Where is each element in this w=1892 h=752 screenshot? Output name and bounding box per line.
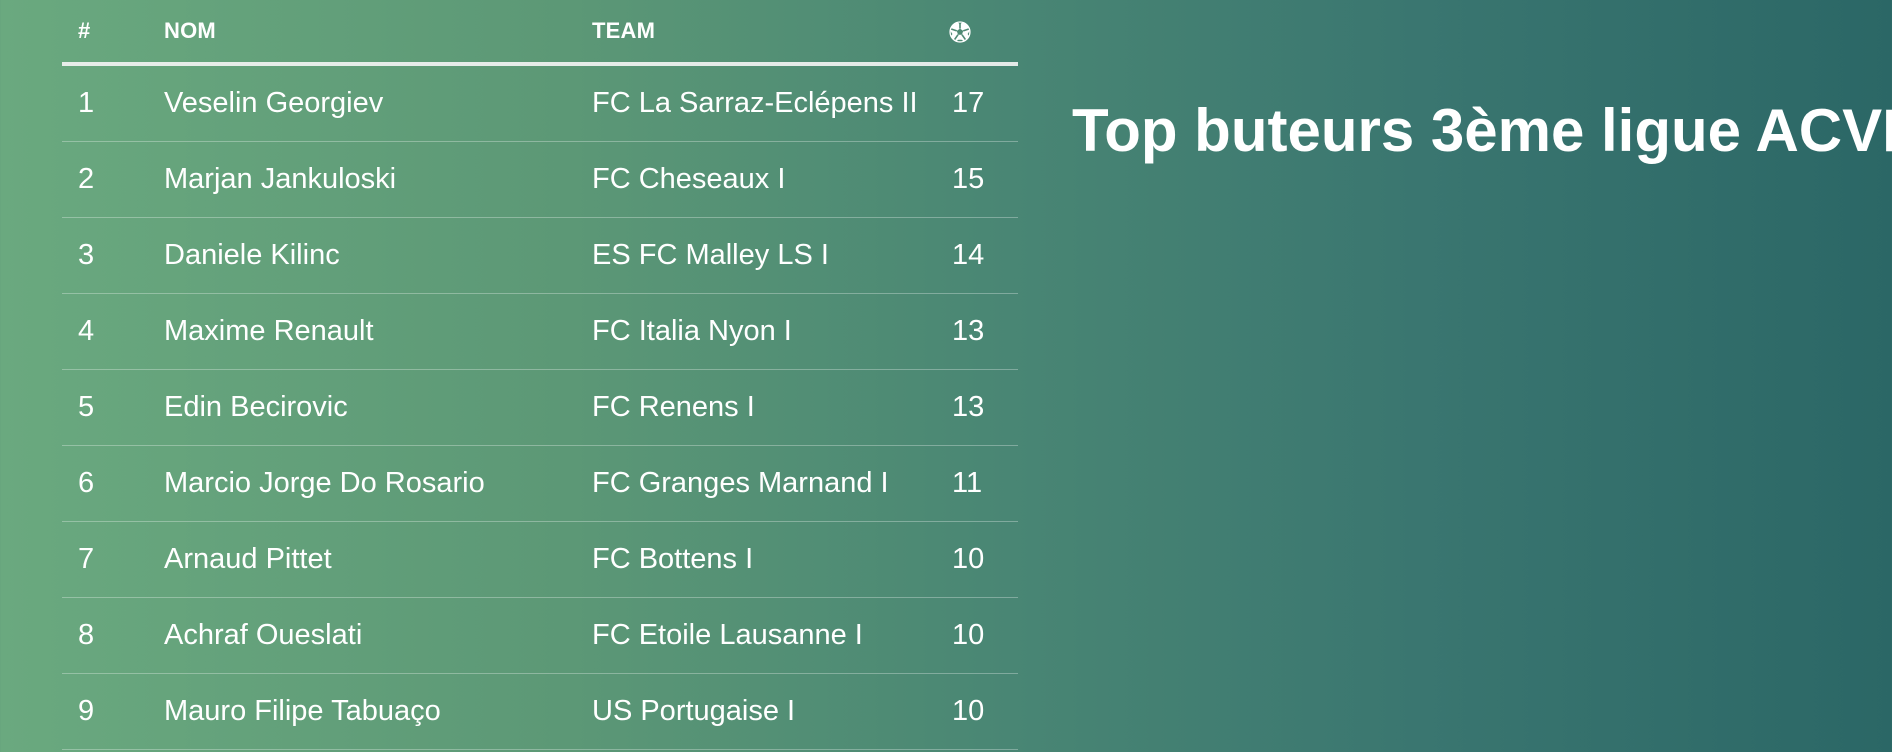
team-name-cell: FC Bottens I [592,521,952,598]
table-row: 7 Arnaud Pittet FC Bottens I 10 [62,521,1018,598]
rank-cell: 4 [62,293,164,370]
player-name-cell: Arnaud Pittet [164,521,592,598]
table-row: 6 Marcio Jorge Do Rosario FC Granges Marna… [62,445,1018,522]
goals-column-header [949,0,1018,66]
table-row: 5 Edin Becirovic FC Renens I 13 [62,369,1018,446]
team-name-cell: US Portugaise I [592,673,952,750]
player-name-cell: Maxime Renault [164,293,592,370]
player-name-cell: Mauro Filipe Tabuaço [164,673,592,750]
rank-cell: 3 [62,217,164,294]
team-name-cell: FC La Sarraz-Eclépens II [592,64,952,142]
player-name-cell: Marjan Jankuloski [164,141,592,218]
goals-count-cell: 15 [952,141,1018,218]
goals-count-cell: 13 [952,369,1018,446]
rank-cell: 1 [62,64,164,142]
player-name-cell: Marcio Jorge Do Rosario [164,445,592,522]
goals-count-cell: 10 [952,597,1018,674]
player-name-cell: Daniele Kilinc [164,217,592,294]
table-row: 3 Daniele Kilinc ES FC Malley LS I 14 [62,217,1018,294]
team-column-header: TEAM [592,0,952,66]
goals-count-cell: 17 [952,64,1018,142]
table-header: # NOM TEAM [62,0,1018,66]
table-row: 4 Maxime Renault FC Italia Nyon I 13 [62,293,1018,370]
team-name-cell: FC Etoile Lausanne I [592,597,952,674]
goals-count-cell: 11 [952,445,1018,522]
rank-column-header: # [62,0,164,66]
top-scorers-table: # NOM TEAM 1 Veselin Georgiev FC La Sarraz… [62,0,1018,750]
rank-cell: 2 [62,141,164,218]
rank-cell: 8 [62,597,164,674]
table-row: 9 Mauro Filipe Tabuaço US Portugaise I 10 [62,673,1018,750]
table-row: 1 Veselin Georgiev FC La Sarraz-Eclépens I… [62,64,1018,142]
team-name-cell: ES FC Malley LS I [592,217,952,294]
player-name-cell: Achraf Oueslati [164,597,592,674]
team-name-cell: FC Cheseaux I [592,141,952,218]
team-name-cell: FC Granges Marnand I [592,445,952,522]
goals-count-cell: 14 [952,217,1018,294]
soccer-ball-icon [949,21,971,43]
rank-cell: 5 [62,369,164,446]
goals-count-cell: 10 [952,521,1018,598]
player-name-cell: Edin Becirovic [164,369,592,446]
team-name-cell: FC Renens I [592,369,952,446]
page-title: Top buteurs 3ème ligue ACVF [1072,97,1892,164]
goals-count-cell: 13 [952,293,1018,370]
team-name-cell: FC Italia Nyon I [592,293,952,370]
rank-cell: 7 [62,521,164,598]
player-name-cell: Veselin Georgiev [164,64,592,142]
rank-cell: 6 [62,445,164,522]
table-header-row: # NOM TEAM [62,0,1018,66]
table-body: 1 Veselin Georgiev FC La Sarraz-Eclépens I… [62,64,1018,750]
table-row: 8 Achraf Oueslati FC Etoile Lausanne I 10 [62,597,1018,674]
goals-count-cell: 10 [952,673,1018,750]
table-row: 2 Marjan Jankuloski FC Cheseaux I 15 [62,141,1018,218]
name-column-header: NOM [164,0,592,66]
rank-cell: 9 [62,673,164,750]
